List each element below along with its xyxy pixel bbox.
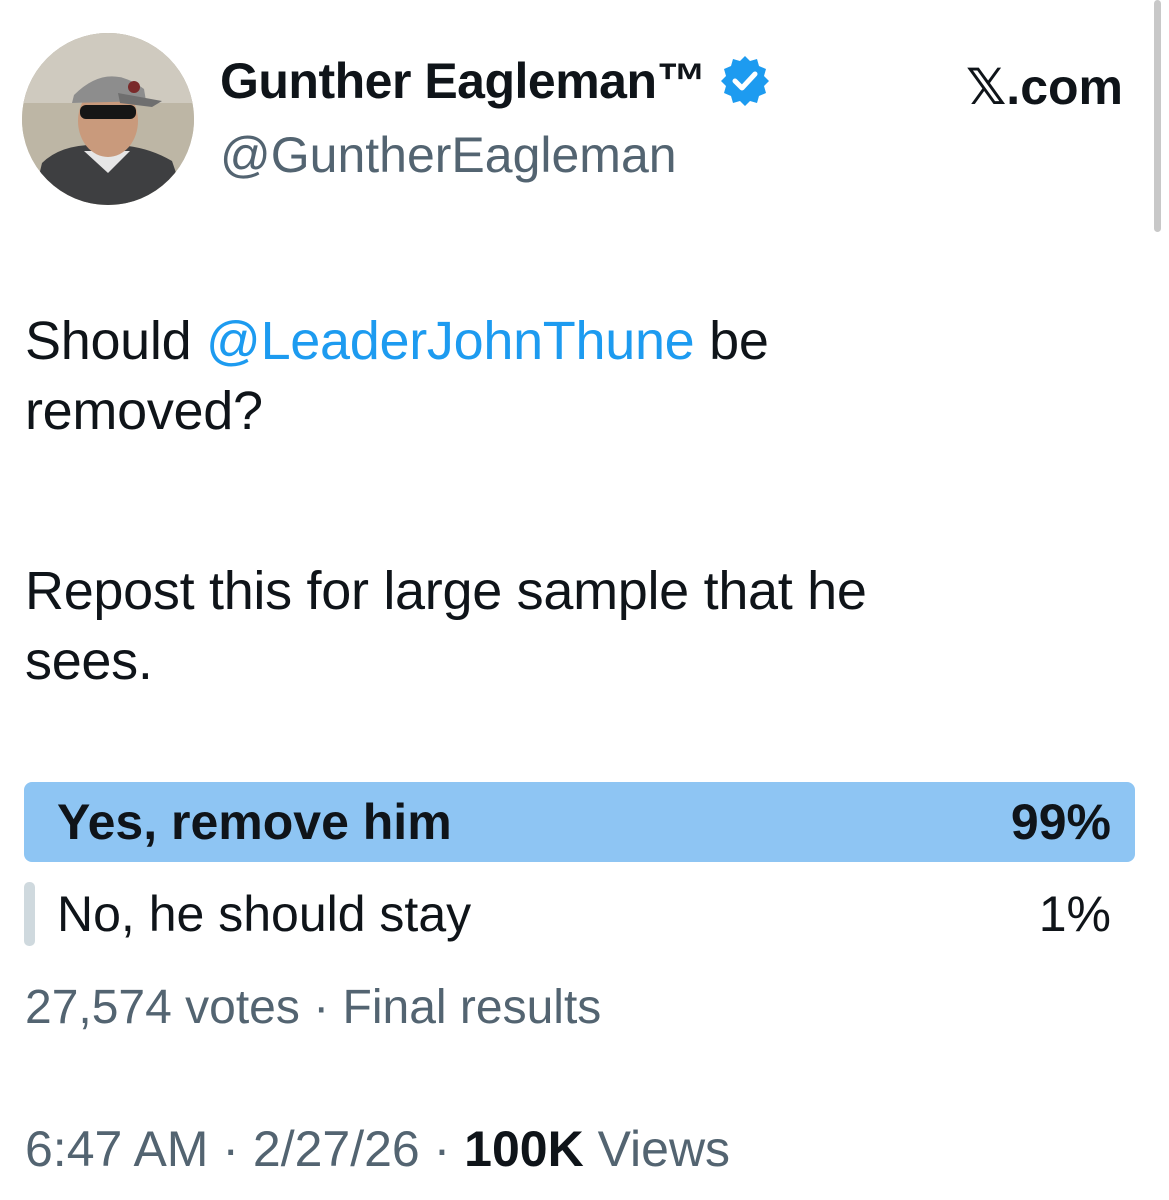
separator: · <box>299 981 343 1034</box>
poll-status: Final results <box>342 981 602 1034</box>
profile-photo-icon <box>22 33 194 205</box>
post-text-prefix: Should <box>25 311 207 371</box>
post-text-suffix: be <box>694 311 769 371</box>
post-date[interactable]: 2/27/26 <box>253 1121 420 1177</box>
poll-option-yes[interactable]: Yes, remove him 99% <box>24 782 1135 862</box>
author-handle[interactable]: @GuntherEagleman <box>220 126 677 184</box>
post-text-line-1: Should @LeaderJohnThune be <box>25 306 1125 376</box>
post-text-line-4: sees. <box>25 631 153 691</box>
scrollbar[interactable] <box>1154 0 1161 232</box>
views-count: 100K <box>464 1121 584 1177</box>
poll-meta: 27,574 votes · Final results <box>25 980 601 1035</box>
author-name-row: Gunther Eagleman™ <box>220 52 772 110</box>
poll-option-percent: 99% <box>1010 794 1111 850</box>
avatar[interactable] <box>22 33 194 205</box>
separator: · <box>419 1121 465 1177</box>
post-text-line-3: Repost this for large sample that he <box>25 561 867 621</box>
poll-option-label: No, he should stay <box>57 886 472 942</box>
mention-link[interactable]: @LeaderJohnThune <box>206 311 695 371</box>
views-label: Views <box>583 1121 731 1177</box>
post-time[interactable]: 6:47 AM <box>25 1121 208 1177</box>
author-display-name[interactable]: Gunther Eagleman™ <box>220 52 707 110</box>
site-label: 𝕏.com <box>966 59 1123 115</box>
poll-option-no[interactable]: No, he should stay 1% <box>24 874 1135 954</box>
poll-option-percent: 1% <box>1038 886 1111 942</box>
poll-option-label: Yes, remove him <box>57 794 452 850</box>
post-meta-row: 6:47 AM · 2/27/26 · 100K Views <box>25 1120 730 1178</box>
separator: · <box>208 1121 253 1177</box>
poll-bar-no <box>24 882 35 946</box>
post-text-line-2: removed? <box>25 381 263 441</box>
verified-badge-icon[interactable] <box>718 54 772 108</box>
poll-vote-count: 27,574 votes <box>25 981 300 1034</box>
